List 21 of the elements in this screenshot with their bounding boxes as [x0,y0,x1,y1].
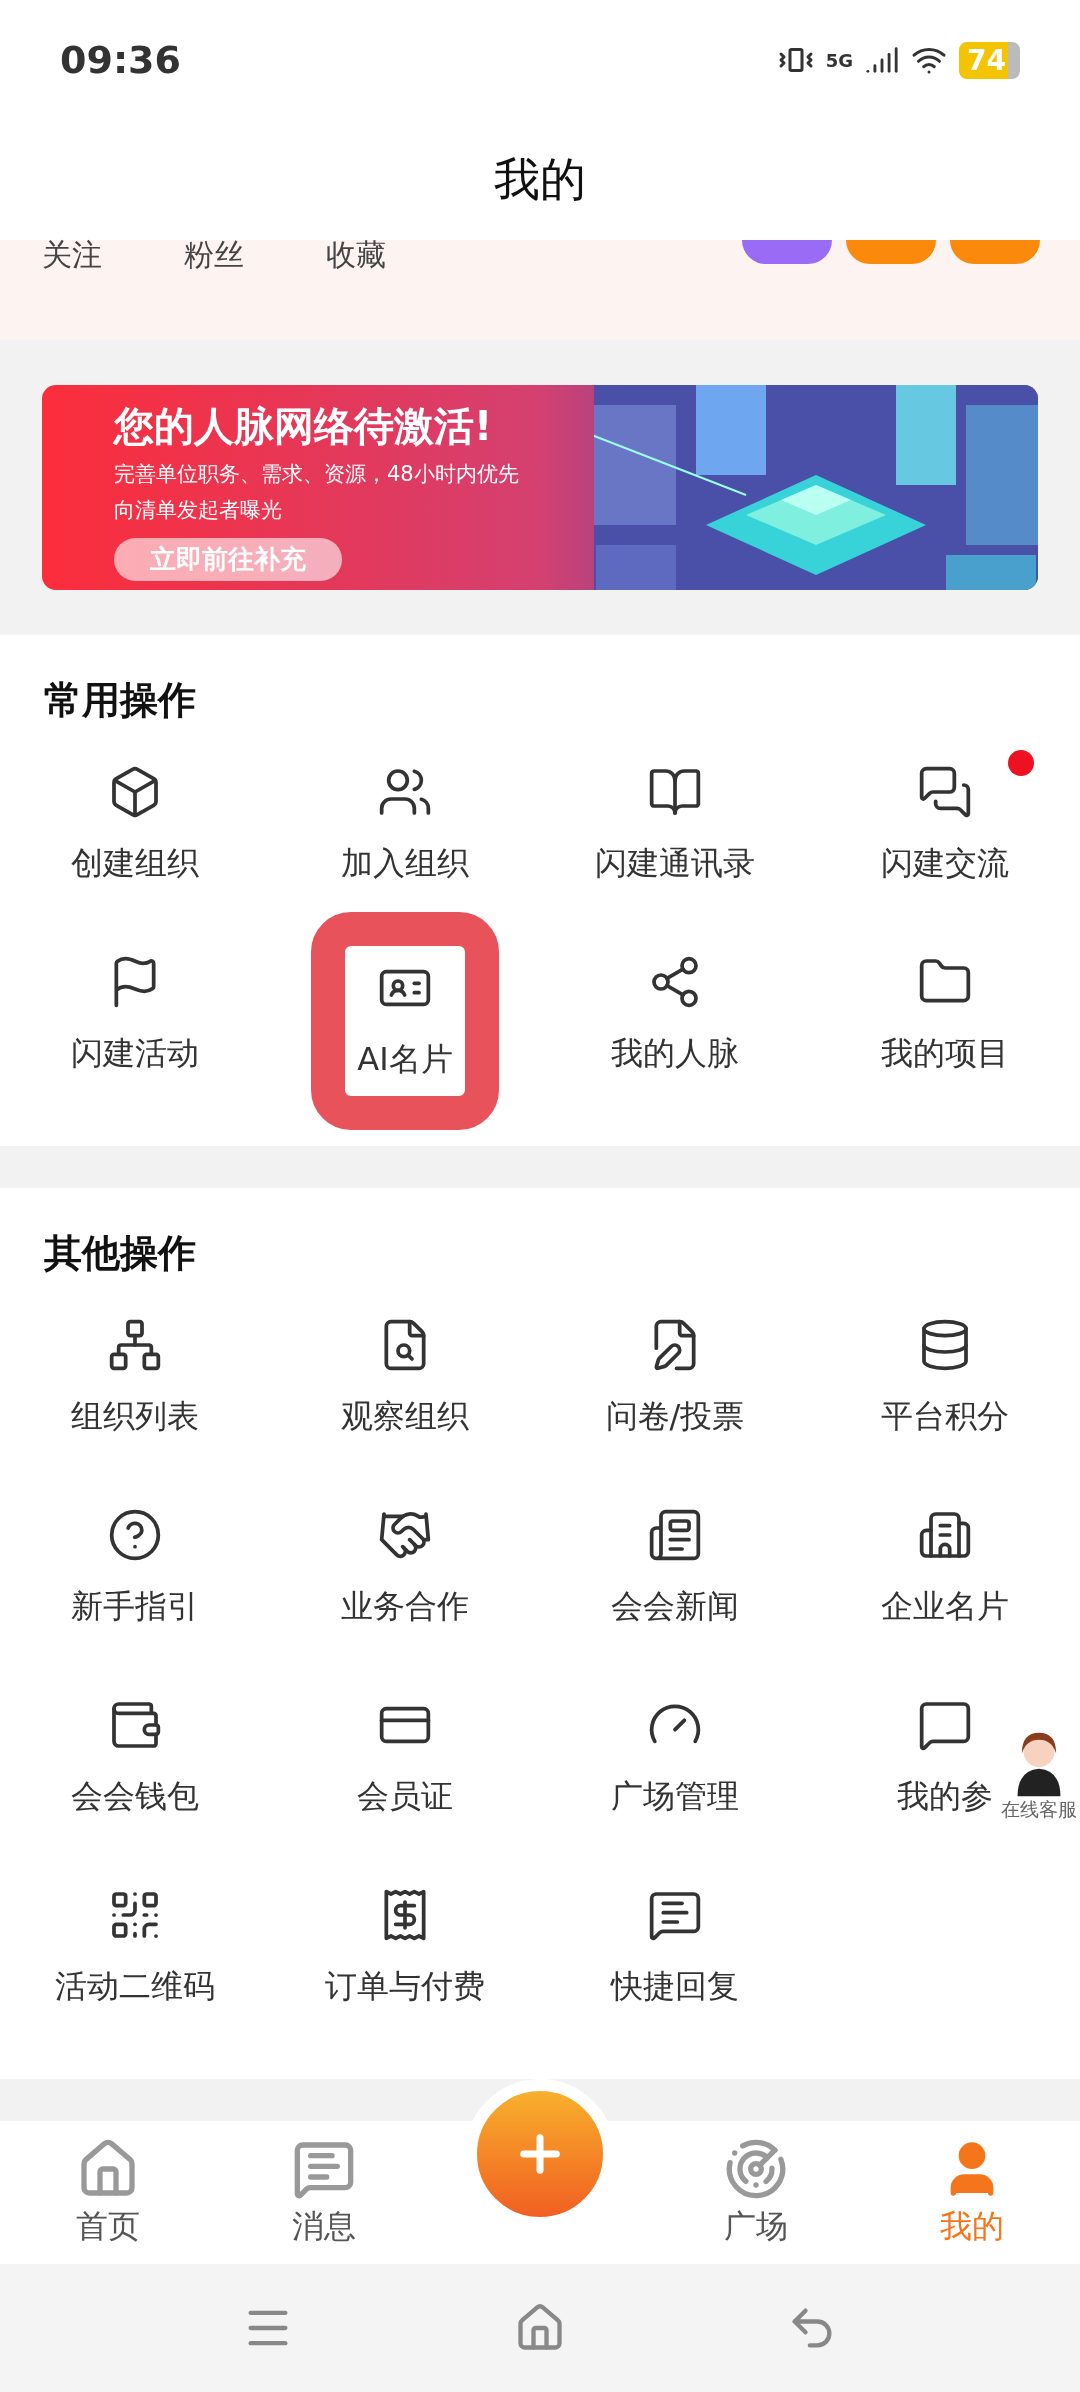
stat-label[interactable]: 粉丝 [184,240,244,270]
network-label: 5G [825,49,854,71]
section-title: 其他操作 [44,1230,197,1277]
nav-tab[interactable]: 首页 [0,2121,216,2264]
banner-subtitle: 完善单位职务、需求、资源，48小时内优先 [114,461,520,488]
clock: 09:36 [60,38,181,82]
stat-label[interactable]: 关注 [42,240,102,270]
action-item[interactable]: AI名片 [311,912,499,1130]
newspaper-icon [647,1507,703,1563]
stat-label[interactable]: 收藏 [326,240,386,270]
banner-title: 您的人脉网络待激活! [114,402,494,451]
help-icon [107,1507,163,1563]
battery-level: 74 [959,41,1020,79]
org-chart-icon [107,1317,163,1373]
chat-bubbles-icon [917,764,973,820]
promo-banner[interactable]: 您的人脉网络待激活! 完善单位职务、需求、资源，48小时内优先 向清单发起者曝光 立即前往补充 [42,385,1038,590]
banner-subtitle: 向清单发起者曝光 [114,497,283,524]
nav-tab[interactable]: 广场 [648,2121,864,2264]
section-title: 常用操作 [44,677,197,724]
nav-tab[interactable]: 消息 [216,2121,432,2264]
page-title: 我的 [494,151,586,208]
